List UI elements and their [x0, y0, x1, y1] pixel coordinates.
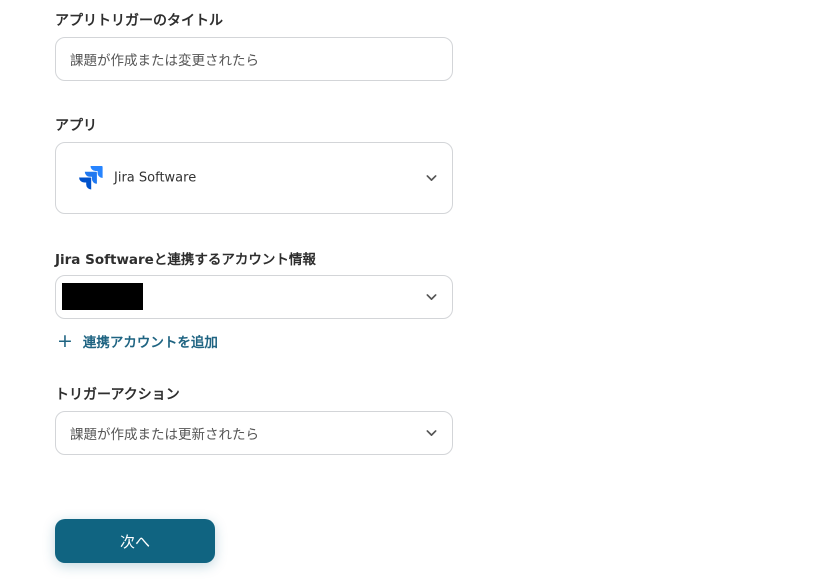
trigger-action-value: 課題が作成または更新されたら: [70, 427, 259, 443]
trigger-action-label: トリガーアクション: [55, 387, 180, 403]
app-select[interactable]: Jira Software: [55, 142, 453, 214]
trigger-title-input[interactable]: 課題が作成または変更されたら: [55, 37, 453, 81]
add-account-label: 連携アカウントを追加: [82, 335, 218, 351]
account-select[interactable]: [55, 275, 453, 319]
redacted-account-name: [62, 283, 143, 310]
trigger-action-select[interactable]: 課題が作成または更新されたら: [55, 411, 453, 455]
app-label: アプリ: [55, 118, 97, 134]
trigger-title-label: アプリトリガーのタイトル: [55, 13, 223, 29]
chevron-down-icon: [426, 294, 437, 300]
add-account-link[interactable]: + 連携アカウントを追加: [57, 331, 218, 351]
app-selected-value: Jira Software: [114, 170, 197, 186]
plus-icon: +: [57, 329, 73, 352]
chevron-down-icon: [426, 175, 437, 181]
trigger-settings-form: アプリトリガーのタイトル 課題が作成または変更されたら アプリ Jira Sof…: [0, 0, 825, 582]
jira-software-logo-icon: [79, 166, 103, 190]
next-button[interactable]: 次へ: [55, 519, 215, 563]
chevron-down-icon: [426, 430, 437, 436]
account-label: Jira Softwareと連携するアカウント情報: [55, 252, 316, 268]
trigger-title-value: 課題が作成または変更されたら: [70, 53, 259, 69]
